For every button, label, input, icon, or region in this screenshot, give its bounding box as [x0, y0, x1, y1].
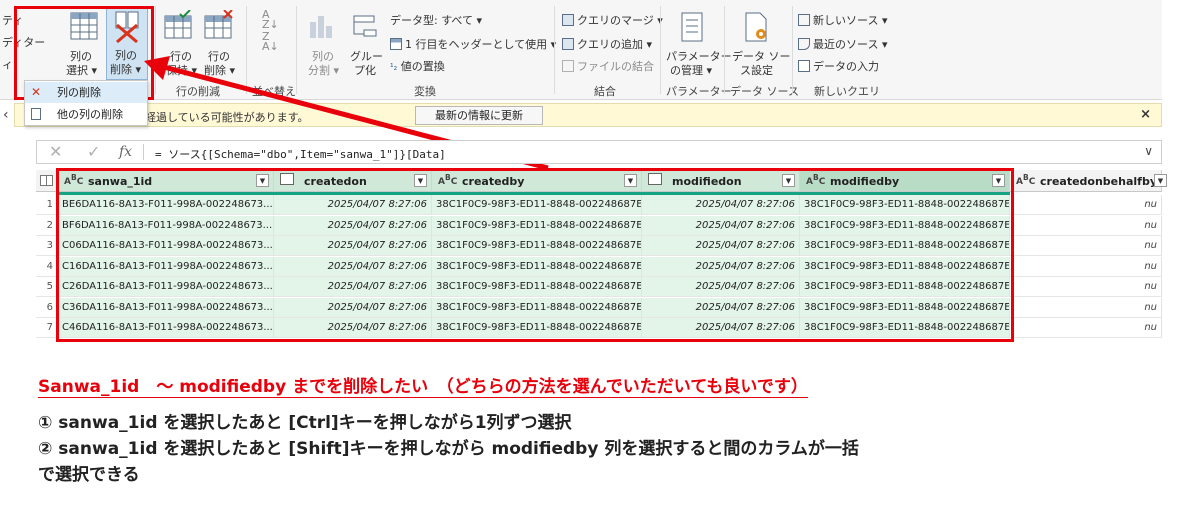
column-header-label: createdonbehalfby	[1040, 175, 1157, 188]
cell-modifiedby[interactable]: 38C1F0C9-98F3-ED11-8848-002248687E...	[800, 318, 1010, 338]
datetime-type-icon	[648, 173, 662, 185]
row-number: 6	[36, 297, 58, 318]
cell-sanwa-1id[interactable]: C06DA116-8A13-F011-998A-002248673...	[58, 236, 274, 256]
column-filter-button[interactable]: ▼	[1154, 174, 1167, 187]
annotation-line-2: ② sanwa_1id を選択したあと [Shift]キーを押しながら modi…	[38, 439, 859, 459]
cell-modifiedon[interactable]: 2025/04/07 8:27:06	[642, 215, 800, 236]
column-header-createdby[interactable]: ABC createdby ▼	[432, 170, 642, 192]
cell-createdby[interactable]: 38C1F0C9-98F3-ED11-8848-002248687E...	[432, 256, 642, 277]
text-type-icon: ABC	[438, 173, 458, 187]
cell-createdon[interactable]: 2025/04/07 8:27:06	[274, 236, 432, 256]
cell-modifiedby[interactable]: 38C1F0C9-98F3-ED11-8848-002248687E...	[800, 236, 1010, 256]
cell-createdonbehalfby[interactable]: nu	[1010, 195, 1162, 215]
cell-modifiedon[interactable]: 2025/04/07 8:27:06	[642, 195, 800, 215]
cell-modifiedon[interactable]: 2025/04/07 8:27:06	[642, 277, 800, 297]
row-number: 5	[36, 277, 58, 297]
cell-createdonbehalfby[interactable]: nu	[1010, 318, 1162, 338]
row-number: 4	[36, 256, 58, 277]
confirm-formula-icon[interactable]: ✓	[87, 142, 100, 161]
column-header-createdon[interactable]: createdon ▼	[274, 170, 432, 192]
annotation-line-1: ① sanwa_1id を選択したあと [Ctrl]キーを押しながら1列ずつ選択	[38, 413, 572, 433]
cell-modifiedon[interactable]: 2025/04/07 8:27:06	[642, 297, 800, 318]
formula-bar: ✕ ✓ fx = ソース{[Schema="dbo",Item="sanwa_1…	[36, 140, 1162, 164]
cell-createdby[interactable]: 38C1F0C9-98F3-ED11-8848-002248687E...	[432, 277, 642, 297]
cell-sanwa-1id[interactable]: C16DA116-8A13-F011-998A-002248673...	[58, 256, 274, 277]
fx-icon[interactable]: fx	[119, 144, 132, 160]
formula-input[interactable]: = ソース{[Schema="dbo",Item="sanwa_1"]}[Dat…	[155, 146, 446, 162]
column-filter-button[interactable]: ▼	[782, 174, 795, 187]
column-filter-button[interactable]: ▼	[624, 174, 637, 187]
chevron-down-icon[interactable]: ∨	[1144, 144, 1153, 158]
data-grid: ABC sanwa_1id ▼ createdon ▼ ABC createdb…	[36, 170, 1167, 342]
cell-createdby[interactable]: 38C1F0C9-98F3-ED11-8848-002248687E...	[432, 215, 642, 236]
cell-modifiedon[interactable]: 2025/04/07 8:27:06	[642, 256, 800, 277]
cell-createdon[interactable]: 2025/04/07 8:27:06	[274, 318, 432, 338]
cell-modifiedby[interactable]: 38C1F0C9-98F3-ED11-8848-002248687E...	[800, 256, 1010, 277]
cell-createdon[interactable]: 2025/04/07 8:27:06	[274, 297, 432, 318]
cell-sanwa-1id[interactable]: BE6DA116-8A13-F011-998A-002248673...	[58, 195, 274, 215]
cell-modifiedby[interactable]: 38C1F0C9-98F3-ED11-8848-002248687E...	[800, 277, 1010, 297]
cell-sanwa-1id[interactable]: C36DA116-8A13-F011-998A-002248673...	[58, 297, 274, 318]
cell-createdonbehalfby[interactable]: nu	[1010, 215, 1162, 236]
table-menu-button[interactable]	[36, 170, 58, 192]
column-header-label: createdon	[304, 175, 367, 188]
column-filter-button[interactable]: ▼	[414, 174, 427, 187]
cell-createdonbehalfby[interactable]: nu	[1010, 297, 1162, 318]
column-header-label: sanwa_1id	[88, 175, 153, 188]
cell-createdon[interactable]: 2025/04/07 8:27:06	[274, 277, 432, 297]
cell-createdby[interactable]: 38C1F0C9-98F3-ED11-8848-002248687E...	[432, 195, 642, 215]
cell-sanwa-1id[interactable]: BF6DA116-8A13-F011-998A-002248673...	[58, 215, 274, 236]
cell-createdon[interactable]: 2025/04/07 8:27:06	[274, 215, 432, 236]
annotation-title: Sanwa_1id ～ modifiedby までを削除したい （どちらの方法を…	[38, 372, 808, 398]
row-number: 3	[36, 236, 58, 256]
cell-sanwa-1id[interactable]: C46DA116-8A13-F011-998A-002248673...	[58, 318, 274, 338]
cell-modifiedby[interactable]: 38C1F0C9-98F3-ED11-8848-002248687E...	[800, 297, 1010, 318]
cell-createdon[interactable]: 2025/04/07 8:27:06	[274, 195, 432, 215]
cell-createdon[interactable]: 2025/04/07 8:27:06	[274, 256, 432, 277]
cell-createdby[interactable]: 38C1F0C9-98F3-ED11-8848-002248687E...	[432, 236, 642, 256]
column-header-modifiedon[interactable]: modifiedon ▼	[642, 170, 800, 192]
cell-createdonbehalfby[interactable]: nu	[1010, 236, 1162, 256]
cell-modifiedby[interactable]: 38C1F0C9-98F3-ED11-8848-002248687E...	[800, 195, 1010, 215]
cell-createdonbehalfby[interactable]: nu	[1010, 277, 1162, 297]
cancel-formula-icon[interactable]: ✕	[49, 142, 62, 161]
column-header-label: modifiedby	[830, 175, 900, 188]
column-header-label: modifiedon	[672, 175, 742, 188]
column-header-label: createdby	[462, 175, 525, 188]
cell-modifiedby[interactable]: 38C1F0C9-98F3-ED11-8848-002248687E...	[800, 215, 1010, 236]
column-header-sanwa-1id[interactable]: ABC sanwa_1id ▼	[58, 170, 274, 192]
cell-sanwa-1id[interactable]: C26DA116-8A13-F011-998A-002248673...	[58, 277, 274, 297]
column-header-createdonbehalfby[interactable]: ABC createdonbehalfby ▼	[1010, 170, 1167, 192]
table-icon	[40, 175, 53, 186]
cell-modifiedon[interactable]: 2025/04/07 8:27:06	[642, 236, 800, 256]
column-filter-button[interactable]: ▼	[992, 174, 1005, 187]
text-type-icon: ABC	[64, 173, 84, 187]
cell-createdby[interactable]: 38C1F0C9-98F3-ED11-8848-002248687E...	[432, 318, 642, 338]
column-filter-button[interactable]: ▼	[256, 174, 269, 187]
text-type-icon: ABC	[1016, 173, 1036, 187]
cell-createdby[interactable]: 38C1F0C9-98F3-ED11-8848-002248687E...	[432, 297, 642, 318]
text-type-icon: ABC	[806, 173, 826, 187]
annotation-line-3: で選択できる	[38, 465, 140, 485]
cell-modifiedon[interactable]: 2025/04/07 8:27:06	[642, 318, 800, 338]
datetime-type-icon	[280, 173, 294, 185]
cell-createdonbehalfby[interactable]: nu	[1010, 256, 1162, 277]
formula-separator	[143, 144, 144, 160]
row-number: 1	[36, 195, 58, 215]
row-number: 2	[36, 215, 58, 236]
column-header-modifiedby[interactable]: ABC modifiedby ▼	[800, 170, 1010, 192]
row-number: 7	[36, 318, 58, 338]
